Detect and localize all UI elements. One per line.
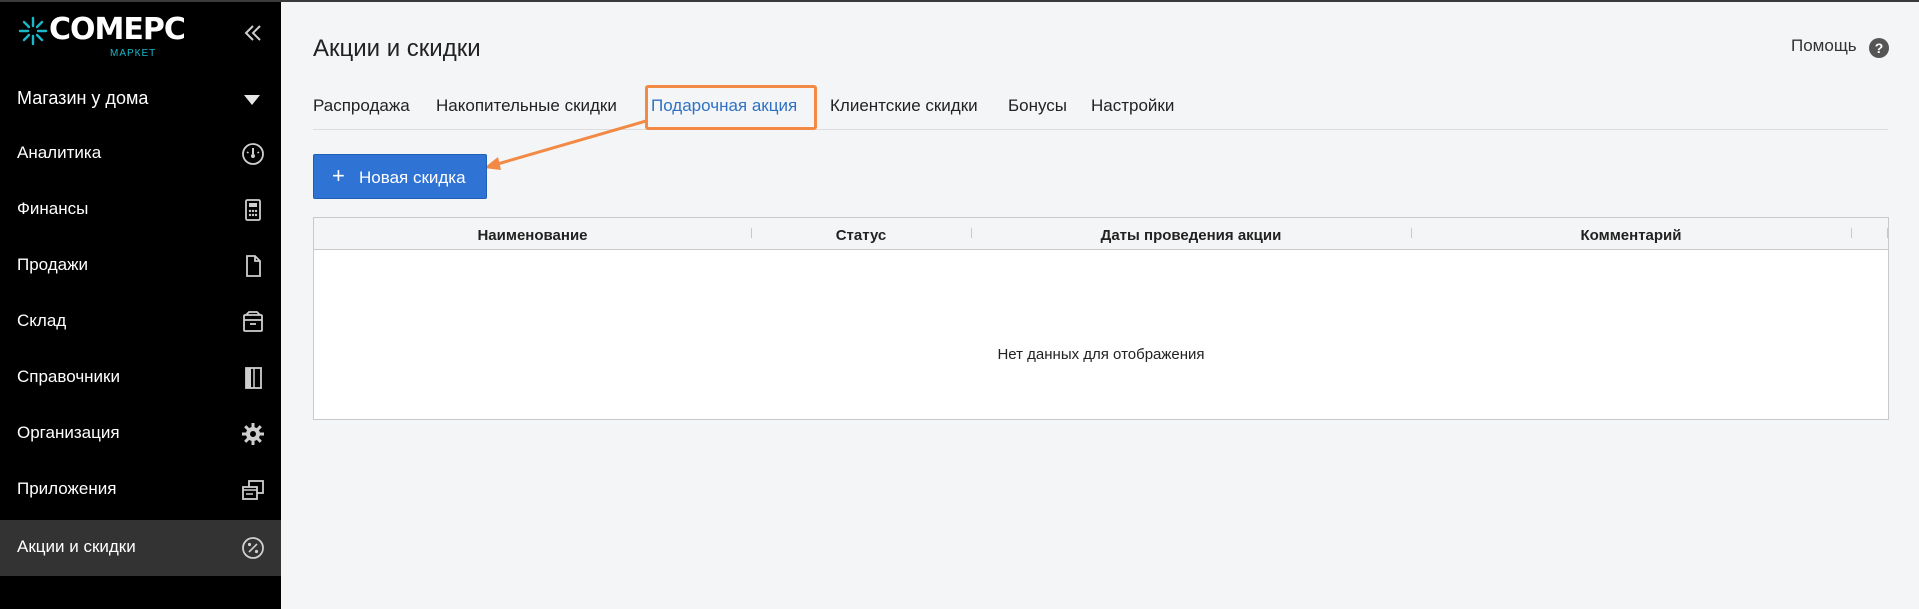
logo[interactable]: COMEPC МАРКЕТ: [17, 12, 186, 62]
sidebar-item-finance[interactable]: Финансы: [0, 182, 281, 238]
tab-client-discounts[interactable]: Клиентские скидки: [830, 96, 978, 116]
help-link[interactable]: Помощь: [1791, 36, 1857, 56]
tab-settings[interactable]: Настройки: [1091, 96, 1174, 116]
sidebar-item-sales[interactable]: Продажи: [0, 238, 281, 294]
document-icon: [246, 255, 261, 277]
sidebar-item-apps[interactable]: Приложения: [0, 462, 281, 518]
help-question-icon[interactable]: ?: [1869, 38, 1889, 58]
sidebar-item-label: Продажи: [17, 255, 88, 274]
new-discount-button[interactable]: + Новая скидка: [313, 154, 487, 199]
column-resize-handle[interactable]: [1851, 228, 1852, 238]
store-name: Магазин у дома: [17, 88, 149, 108]
empty-table-message: Нет данных для отображения: [997, 346, 1205, 363]
gear-icon: [242, 423, 264, 445]
column-header-dates[interactable]: Даты проведения акции: [971, 227, 1411, 244]
sidebar-item-label: Приложения: [17, 479, 117, 498]
calculator-icon: [245, 199, 261, 221]
caret-down-icon: [244, 95, 260, 105]
sidebar-item-label: Финансы: [17, 199, 89, 218]
plus-icon: +: [332, 163, 345, 188]
sidebar-item-references[interactable]: Справочники: [0, 350, 281, 406]
tab-sale[interactable]: Распродажа: [313, 96, 410, 116]
percent-badge-icon: [242, 537, 264, 559]
collapse-sidebar-icon[interactable]: [240, 20, 266, 46]
column-resize-handle[interactable]: [1887, 228, 1888, 238]
column-header-comment[interactable]: Комментарий: [1411, 227, 1851, 244]
store-selector[interactable]: Магазин у дома: [0, 74, 281, 124]
new-discount-label: Новая скидка: [359, 168, 466, 187]
column-header-status[interactable]: Статус: [751, 227, 971, 244]
sidebar-item-label: Склад: [17, 311, 67, 330]
box-icon: [243, 311, 263, 332]
sidebar-item-label: Справочники: [17, 367, 120, 386]
window-top-border: [0, 0, 1919, 2]
sidebar-item-organization[interactable]: Организация: [0, 406, 281, 462]
sidebar-item-label: Акции и скидки: [17, 537, 136, 556]
annotation-highlight-box: [645, 85, 817, 130]
page-title: Акции и скидки: [313, 35, 481, 62]
table-header: Наименование Статус Даты проведения акци…: [314, 218, 1888, 250]
sparkle-logo-icon: [18, 16, 48, 46]
dashboard-gauge-icon: [242, 143, 264, 165]
promotions-table: Наименование Статус Даты проведения акци…: [313, 217, 1889, 420]
annotation-arrow-icon: [484, 119, 647, 170]
column-header-name[interactable]: Наименование: [314, 227, 751, 244]
sidebar: COMEPC МАРКЕТ Магазин у дома Аналитика Ф…: [0, 2, 281, 609]
sidebar-item-warehouse[interactable]: Склад: [0, 294, 281, 350]
windows-icon: [242, 480, 264, 500]
brand-subtitle: МАРКЕТ: [110, 48, 157, 59]
brand-name: COMEPC: [49, 12, 186, 47]
sidebar-item-label: Организация: [17, 423, 120, 442]
sidebar-item-promotions[interactable]: Акции и скидки: [0, 520, 281, 576]
tab-cumulative-discounts[interactable]: Накопительные скидки: [436, 96, 617, 116]
sidebar-item-label: Аналитика: [17, 143, 102, 162]
tab-bonuses[interactable]: Бонусы: [1008, 96, 1067, 116]
book-icon: [245, 367, 262, 389]
sidebar-item-analytics[interactable]: Аналитика: [0, 126, 281, 182]
